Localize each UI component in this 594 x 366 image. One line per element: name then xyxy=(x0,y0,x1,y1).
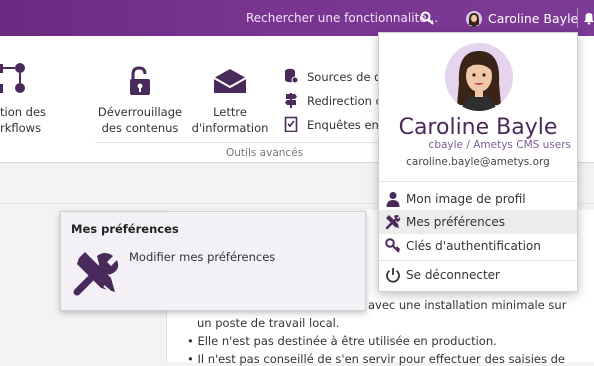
key-icon xyxy=(385,238,401,253)
user-email: caroline.bayle@ametys.org xyxy=(406,156,550,168)
menu-divider xyxy=(379,260,577,261)
menu-item-profile-image[interactable]: Mon image de profil xyxy=(379,187,577,211)
newsletter-button[interactable]: Lettre d'information xyxy=(186,66,274,136)
tooltip-title: Mes préférences xyxy=(71,222,179,236)
newsletter-label-1: Lettre xyxy=(213,105,247,119)
surveys-button[interactable]: Enquêtes en xyxy=(307,118,379,132)
feature-search-input[interactable]: Rechercher une fonctionnalité... xyxy=(246,11,438,25)
topbar-separator xyxy=(577,8,578,28)
tools-icon xyxy=(73,252,119,296)
menu-item-label: Clés d'authentification xyxy=(406,239,541,253)
newsletter-label-2: d'information xyxy=(191,121,269,135)
content-line-2: un poste de travail local. xyxy=(197,316,340,330)
workflows-label-1: tion des xyxy=(0,105,47,119)
menu-item-auth-keys[interactable]: Clés d'authentification xyxy=(379,234,577,258)
unlock-contents-button[interactable]: Déverrouillage des contenus xyxy=(96,66,184,136)
menu-divider xyxy=(379,181,577,182)
menu-item-logout[interactable]: Se déconnecter xyxy=(379,263,577,287)
workflow-icon xyxy=(0,63,25,93)
menu-item-label: Mon image de profil xyxy=(406,192,526,206)
menu-item-preferences[interactable]: Mes préférences xyxy=(379,210,577,234)
ribbon-group-label: Outils avancés xyxy=(226,147,304,159)
search-icon[interactable] xyxy=(420,11,434,25)
user-icon xyxy=(386,192,400,207)
tools-icon xyxy=(385,215,401,230)
content-line-1: isée avec une installation minimale sur xyxy=(341,298,567,312)
unlock-label-2: des contenus xyxy=(101,121,179,135)
redirection-button[interactable]: Redirection d xyxy=(307,94,383,108)
user-login: cbayle / Ametys CMS users xyxy=(428,139,571,151)
workflows-label-2: rkflows xyxy=(0,121,42,135)
power-icon xyxy=(386,268,400,283)
menu-item-label: Mes préférences xyxy=(406,215,505,229)
group-divider xyxy=(95,142,395,143)
tooltip-description: Modifier mes préférences xyxy=(129,250,276,264)
preferences-tooltip: Mes préférences Modifier mes préférences xyxy=(60,211,366,311)
user-avatar-large[interactable] xyxy=(445,43,513,111)
unlock-icon xyxy=(130,66,150,95)
data-sources-button[interactable]: Sources de d xyxy=(307,70,381,84)
user-menu-dropdown: Caroline Bayle cbayle / Ametys CMS users… xyxy=(378,32,578,292)
menu-item-label: Se déconnecter xyxy=(406,268,500,282)
content-bullet-1: • Elle n'est pas destinée à être utilisé… xyxy=(187,334,497,348)
user-avatar-small[interactable] xyxy=(466,11,482,27)
user-full-name: Caroline Bayle xyxy=(398,115,558,140)
top-bar: Rechercher une fonctionnalité... Carolin… xyxy=(0,0,594,36)
bell-icon[interactable] xyxy=(582,11,594,25)
user-menu-button[interactable]: Caroline Bayle xyxy=(488,11,578,26)
survey-icon xyxy=(284,116,298,132)
envelope-icon xyxy=(213,69,247,93)
signpost-icon xyxy=(285,93,297,108)
content-bullet-2: • Il n'est pas conseillé de s'en servir … xyxy=(187,352,565,366)
unlock-label-1: Déverrouillage xyxy=(97,105,183,119)
database-icon xyxy=(285,68,298,84)
